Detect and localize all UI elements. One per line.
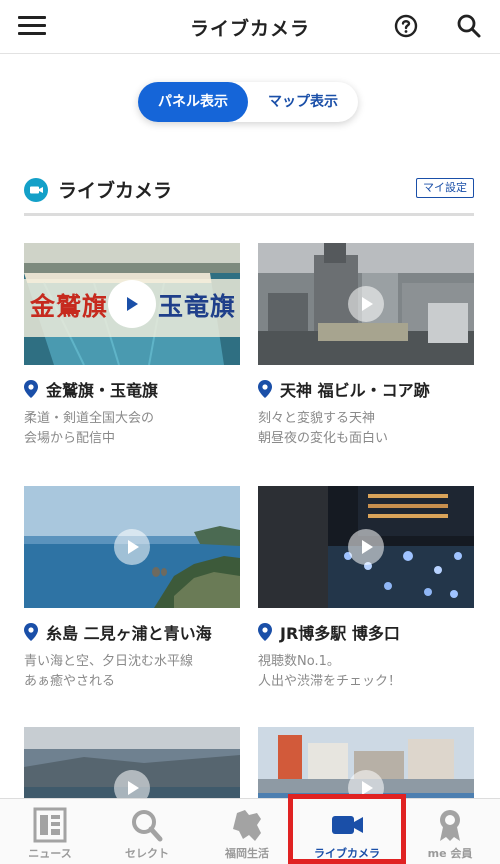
play-icon[interactable] [114,529,150,565]
location-pin-icon [24,380,38,398]
video-camera-icon [332,816,363,834]
tab-fukuoka-life[interactable]: 福岡生活 [197,799,297,864]
panel-view-tab[interactable]: パネル表示 [138,82,248,122]
tab-me-member[interactable]: me 会員 [400,799,500,864]
camera-thumbnail[interactable] [258,727,474,798]
camera-icon [24,178,48,202]
play-icon[interactable] [114,770,150,798]
view-switch: パネル表示 マップ表示 [138,82,358,122]
camera-title: 金鷲旗・玉竜旗 [24,377,264,401]
location-pin-icon [258,380,272,398]
play-icon[interactable] [348,529,384,565]
location-pin-icon [24,623,38,641]
camera-thumbnail[interactable] [24,486,240,608]
camera-description: 青い海と空、夕日沈む水平線 あぁ癒やされる [24,654,194,689]
camera-description: 柔道・剣道全国大会の 会場から配信中 [24,411,155,446]
camera-thumbnail[interactable] [24,727,240,798]
play-icon[interactable] [348,286,384,322]
my-settings-button[interactable]: マイ設定 [416,178,474,198]
section-header: ライブカメラ マイ設定 [24,174,474,214]
location-pin-icon [258,623,272,641]
camera-title: 天神 福ビル・コア跡 [258,377,498,401]
tab-select[interactable]: セレクト [97,799,197,864]
search-icon[interactable] [456,13,482,39]
menu-icon[interactable] [18,14,46,38]
banner-text-left: 金鷲旗 [30,292,109,321]
camera-card[interactable] [258,727,474,798]
camera-thumbnail[interactable] [258,243,474,365]
banner-text-right: 玉竜旗 [158,292,237,321]
news-icon [33,807,67,843]
camera-card[interactable]: 天神 福ビル・コア跡 刻々と変貌する天神 朝昼夜の変化も面白い [258,243,474,453]
app-header: ライブカメラ [0,0,500,54]
page-title: ライブカメラ [189,18,310,40]
section-title: ライブカメラ [58,180,173,202]
section-divider [24,213,474,216]
help-icon[interactable] [394,14,418,38]
bottom-tab-bar: ニュース セレクト 福岡生活 ライブカメラ me 会員 [0,798,500,864]
camera-title: 糸島 二見ヶ浦と青い海 [24,620,264,644]
camera-card[interactable] [24,727,240,798]
camera-thumbnail[interactable] [258,486,474,608]
camera-card[interactable]: 糸島 二見ヶ浦と青い海 青い海と空、夕日沈む水平線 あぁ癒やされる [24,486,240,696]
tab-live-camera[interactable]: ライブカメラ [297,799,397,864]
camera-title: JR博多駅 博多口 [258,620,498,644]
map-view-tab[interactable]: マップ表示 [248,82,358,122]
camera-description: 刻々と変貌する天神 朝昼夜の変化も面白い [258,411,389,446]
camera-description: 視聴数No.1。 人出や渋滞をチェック！ [258,654,402,689]
camera-card[interactable]: JR博多駅 博多口 視聴数No.1。 人出や渋滞をチェック！ [258,486,474,696]
badge-icon [440,810,460,841]
camera-thumbnail[interactable]: 金鷲旗 玉竜旗 [24,243,240,365]
search-icon [132,810,163,842]
tab-news[interactable]: ニュース [0,799,100,864]
fukuoka-map-icon [233,810,261,841]
play-icon[interactable] [348,770,384,798]
play-icon[interactable] [108,280,156,328]
camera-card[interactable]: 金鷲旗 玉竜旗 金鷲旗・玉竜旗 柔道・剣道全国大会の 会場から配信中 [24,243,240,453]
